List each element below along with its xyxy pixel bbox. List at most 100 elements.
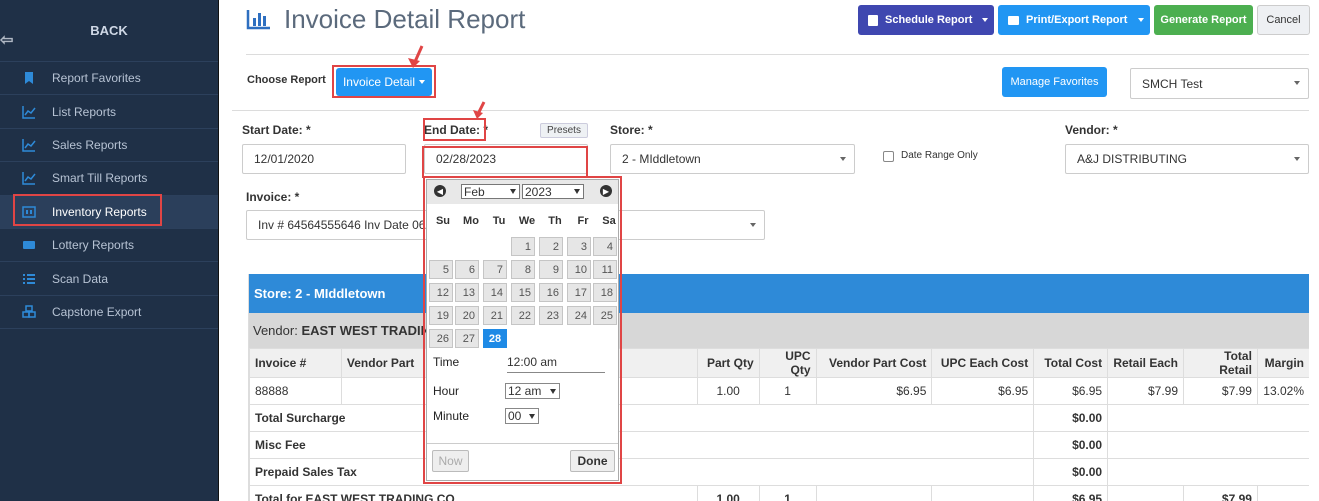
back-button[interactable]: ⇦ BACK <box>0 0 218 62</box>
calendar-day[interactable]: 13 <box>455 283 479 302</box>
vendor-select[interactable]: A&J DISTRIBUTING <box>1065 144 1309 174</box>
print-export-label: Print/Export Report <box>1026 14 1128 26</box>
sidebar-item-capstone-export[interactable]: Capstone Export <box>0 296 218 330</box>
column-header[interactable]: Vendor Part <box>340 348 424 378</box>
store-select[interactable]: 2 - MIddletown <box>610 144 855 174</box>
table-cell: $7.99 <box>1107 377 1185 405</box>
now-button[interactable]: Now <box>432 450 469 472</box>
caret-down-icon <box>419 80 426 84</box>
table-cell: $6.95 <box>931 377 1035 405</box>
time-value: 12:00 am <box>507 355 605 373</box>
inventory-icon <box>22 205 36 219</box>
end-date-input[interactable]: 02/28/2023 <box>424 144 588 174</box>
caret-down-icon <box>574 189 580 194</box>
table-cell: $6.95 <box>815 377 933 405</box>
manage-favorites-button[interactable]: Manage Favorites <box>1002 67 1107 97</box>
generate-report-button[interactable]: Generate Report <box>1154 5 1253 35</box>
datepicker-popup: ◀ Feb 2023 ▶ Su Mo Tu We Th Fr Sa 1 2 3 4 5 6 7 8 9 10 11… <box>426 179 619 481</box>
calendar-day[interactable]: 22 <box>511 306 535 325</box>
back-label: BACK <box>90 23 128 38</box>
sidebar-item-report-favorites[interactable]: Report Favorites <box>0 62 218 96</box>
calendar-day[interactable]: 3 <box>567 237 591 256</box>
table-row: 88888 lk T-Shirt 1.00 1 $6.95 $6.95 $6.9… <box>249 377 1309 405</box>
report-selector-dropdown[interactable]: Invoice Detail <box>336 68 432 96</box>
calendar-day[interactable]: 25 <box>593 306 617 325</box>
sidebar-item-scan-data[interactable]: Scan Data <box>0 262 218 296</box>
calendar-day[interactable]: 4 <box>593 237 617 256</box>
calendar-day[interactable]: 14 <box>483 283 507 302</box>
datepicker-header: ◀ Feb 2023 ▶ <box>427 180 618 204</box>
column-header[interactable]: UPC Qty <box>758 348 817 378</box>
sidebar-item-label: Inventory Reports <box>52 204 147 219</box>
total-value: $0.00 <box>1033 404 1109 432</box>
sidebar-item-label: Scan Data <box>52 271 109 286</box>
print-export-report-button[interactable]: Print/Export Report <box>998 5 1150 35</box>
date-range-only-checkbox[interactable] <box>883 151 894 162</box>
calendar-day[interactable]: 10 <box>567 260 591 279</box>
calendar-day[interactable]: 12 <box>429 283 453 302</box>
sidebar: ⇦ BACK Report Favorites List Reports Sal… <box>0 0 219 501</box>
calendar-day[interactable]: 6 <box>455 260 479 279</box>
column-header[interactable]: UPC Each Cost <box>931 348 1035 378</box>
calendar-day[interactable]: 28 <box>483 329 507 348</box>
sidebar-item-lottery-reports[interactable]: Lottery Reports <box>0 229 218 263</box>
calendar-day[interactable]: 18 <box>593 283 617 302</box>
calendar-day[interactable]: 2 <box>539 237 563 256</box>
sidebar-item-list-reports[interactable]: List Reports <box>0 95 218 129</box>
sidebar-item-inventory-reports[interactable]: Inventory Reports <box>0 195 218 229</box>
end-date-label: End Date: * <box>424 123 489 137</box>
cancel-button[interactable]: Cancel <box>1257 5 1310 35</box>
hour-value: 12 am <box>508 384 542 398</box>
presets-button[interactable]: Presets <box>540 123 588 138</box>
calendar-day[interactable]: 9 <box>539 260 563 279</box>
column-header[interactable]: Total Cost <box>1033 348 1109 378</box>
invoice-label: Invoice: * <box>246 190 300 204</box>
total-label: Misc Fee <box>249 431 1035 459</box>
store-label: Store: * <box>610 123 653 137</box>
next-month-icon[interactable]: ▶ <box>600 185 612 197</box>
sidebar-item-label: Lottery Reports <box>52 238 135 253</box>
calendar-day[interactable]: 27 <box>455 329 479 348</box>
calendar-day[interactable]: 20 <box>455 306 479 325</box>
calendar-day[interactable]: 15 <box>511 283 535 302</box>
column-header[interactable]: Margin <box>1256 348 1309 378</box>
print-icon <box>1008 15 1019 25</box>
sidebar-item-sales-reports[interactable]: Sales Reports <box>0 129 218 163</box>
calendar-day[interactable]: 19 <box>429 306 453 325</box>
caret-down-icon <box>840 157 846 161</box>
column-header[interactable]: Retail Each <box>1107 348 1185 378</box>
calendar-day[interactable]: 23 <box>539 306 563 325</box>
table-row: Total Surcharge $0.00 <box>249 404 1309 432</box>
prev-month-icon[interactable]: ◀ <box>434 185 446 197</box>
weekday-header: Fr <box>577 215 589 227</box>
year-value: 2023 <box>525 184 552 199</box>
minute-select[interactable]: 00 <box>505 408 539 424</box>
column-header[interactable]: Part Qty <box>696 348 760 378</box>
caret-down-icon <box>1138 18 1144 22</box>
hour-select[interactable]: 12 am <box>505 383 560 399</box>
start-date-input[interactable]: 12/01/2020 <box>242 144 406 174</box>
vendor-label: Vendor: * <box>1065 123 1118 137</box>
calendar-day[interactable]: 26 <box>429 329 453 348</box>
calendar-day[interactable]: 1 <box>511 237 535 256</box>
table-row: Total for EAST WEST TRADING CO 1.00 1 $6… <box>249 485 1309 501</box>
calendar-day[interactable]: 8 <box>511 260 535 279</box>
calendar-day[interactable]: 16 <box>539 283 563 302</box>
month-select[interactable]: Feb <box>461 184 520 199</box>
calendar-day[interactable]: 7 <box>483 260 507 279</box>
column-header[interactable]: Invoice # <box>249 348 342 378</box>
calendar-day[interactable]: 11 <box>593 260 617 279</box>
calendar-day[interactable]: 24 <box>567 306 591 325</box>
calendar-day[interactable]: 21 <box>483 306 507 325</box>
column-header[interactable]: Vendor Part Cost <box>815 348 933 378</box>
done-button[interactable]: Done <box>570 450 615 472</box>
sidebar-item-smart-till-reports[interactable]: Smart Till Reports <box>0 162 218 196</box>
column-header[interactable]: Total Retail <box>1183 348 1258 378</box>
year-select[interactable]: 2023 <box>522 184 584 199</box>
sidebar-item-label: Capstone Export <box>52 304 142 319</box>
calendar-day[interactable]: 17 <box>567 283 591 302</box>
schedule-report-button[interactable]: Schedule Report <box>858 5 994 35</box>
favorites-select[interactable]: SMCH Test <box>1130 68 1309 99</box>
calendar-day[interactable]: 5 <box>429 260 453 279</box>
calendar-icon <box>868 14 878 26</box>
